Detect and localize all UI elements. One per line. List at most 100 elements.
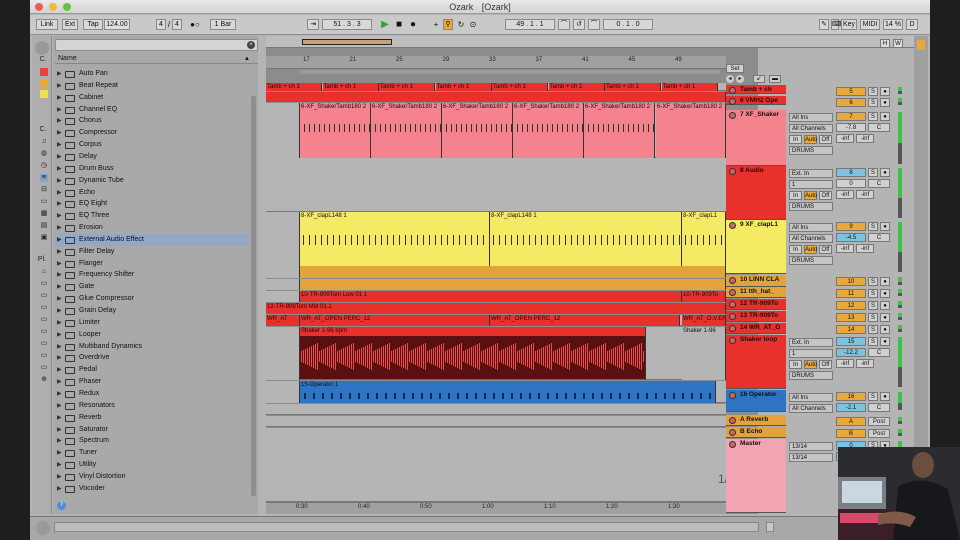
monitor-button[interactable]: Auto: [804, 135, 817, 144]
track-fold-icon[interactable]: [729, 429, 736, 436]
folder-icon[interactable]: ▭: [40, 352, 48, 360]
instruments-icon[interactable]: ◷: [40, 162, 48, 170]
browser-item[interactable]: ▶ Vinyl Distortion: [55, 471, 249, 483]
track-number-button[interactable]: 15: [836, 337, 866, 346]
clip[interactable]: 8-XF_clapL148 1: [490, 212, 682, 266]
clip[interactable]: 6-XF_ShakerTamb180 2: [300, 103, 371, 158]
expand-arrow-icon[interactable]: ▶: [57, 364, 62, 376]
track-header[interactable]: 9 XF_clapL1: [726, 220, 786, 274]
song-position[interactable]: 51 . 3 . 3: [322, 19, 372, 30]
expand-arrow-icon[interactable]: ▶: [57, 412, 62, 424]
track-header[interactable]: 12 TR-909To: [726, 299, 786, 310]
browser-item[interactable]: ▶ Dynamic Tube: [55, 175, 249, 187]
browser-item[interactable]: ▶ Chorus: [55, 115, 249, 127]
expand-arrow-icon[interactable]: ▶: [57, 68, 62, 80]
browser-item[interactable]: ▶ EQ Eight: [55, 198, 249, 210]
arm-button[interactable]: ●: [880, 289, 890, 298]
expand-arrow-icon[interactable]: ▶: [57, 139, 62, 151]
browser-item[interactable]: ▶ Drum Buss: [55, 163, 249, 175]
arrangement-vertical-scrollbar[interactable]: [914, 36, 928, 514]
sort-icon[interactable]: ▲: [244, 54, 250, 64]
loop-brace[interactable]: [300, 70, 720, 74]
clip[interactable]: 8-XF_clapL1: [682, 212, 726, 266]
solo-button[interactable]: S: [868, 277, 878, 286]
track-fold-icon[interactable]: [729, 222, 736, 229]
track-fold-icon[interactable]: [729, 112, 736, 119]
browser-item[interactable]: ▶ EQ Three: [55, 210, 249, 222]
track-number-button[interactable]: 6: [836, 98, 866, 107]
track-fold-icon[interactable]: [729, 277, 736, 284]
clip[interactable]: Tamb + ch 1: [435, 83, 492, 91]
track-lane[interactable]: [266, 428, 726, 502]
send-a-field[interactable]: -inf: [836, 190, 854, 199]
track-fold-icon[interactable]: [729, 87, 736, 94]
track-lane[interactable]: 8-XF_clapL148 1 8-XF_clapL148 1 8-XF_clapL…: [266, 212, 726, 266]
send-a-field[interactable]: -inf: [836, 134, 854, 143]
clip[interactable]: 6-XF_ShakerTamb180 2: [584, 103, 655, 158]
clip[interactable]: 6-XF_ShakerTamb180 2: [442, 103, 513, 158]
track-lane[interactable]: [266, 404, 726, 415]
quantize-select[interactable]: 1 Bar: [210, 19, 236, 30]
track-fold-icon[interactable]: [729, 168, 736, 175]
track-number-button[interactable]: 8: [836, 168, 866, 177]
bottom-button[interactable]: [766, 522, 774, 532]
clip[interactable]: Tamb + ch 1: [492, 83, 548, 91]
track-header[interactable]: Master: [726, 439, 786, 513]
tempo-field[interactable]: 124.00: [104, 19, 130, 30]
midi-map-button[interactable]: MIDI: [860, 19, 880, 30]
collection-yellow-icon[interactable]: [40, 90, 48, 98]
browser-item[interactable]: ▶ Delay: [55, 151, 249, 163]
folder-icon[interactable]: ▭: [40, 304, 48, 312]
browser-item[interactable]: ▶ Cabinet: [55, 92, 249, 104]
clear-search-icon[interactable]: ×: [247, 41, 255, 49]
browser-item[interactable]: ▶ Pedal: [55, 364, 249, 376]
track-number-button[interactable]: A: [836, 417, 866, 426]
expand-arrow-icon[interactable]: ▶: [57, 483, 62, 495]
monitor-button[interactable]: In: [789, 245, 802, 254]
solo-button[interactable]: S: [868, 112, 878, 121]
browser-item[interactable]: ▶ Frequency Shifter: [55, 269, 249, 281]
browser-toggle-icon[interactable]: [35, 41, 49, 55]
view-switch-icon[interactable]: [917, 40, 925, 50]
track-header[interactable]: A Reverb: [726, 415, 786, 426]
punch-in-icon[interactable]: ⌒: [558, 19, 570, 30]
input-channel-select[interactable]: All Channels: [789, 234, 833, 243]
lock-icon[interactable]: ▬: [769, 75, 781, 83]
clip[interactable]: [300, 279, 726, 290]
sig-denominator[interactable]: 4: [172, 19, 182, 30]
browser-scrollbar[interactable]: [251, 96, 256, 496]
clip[interactable]: 6-XF_ShakerTamb180 2: [513, 103, 584, 158]
pan-field[interactable]: C: [868, 233, 890, 242]
track-fold-icon[interactable]: [729, 313, 736, 320]
h-toggle-button[interactable]: H: [880, 39, 890, 48]
empty-region[interactable]: [266, 212, 300, 266]
close-window-button[interactable]: [35, 3, 43, 11]
browser-item[interactable]: ▶ Auto Pan: [55, 68, 249, 80]
browser-column-header[interactable]: Name ▲: [55, 54, 258, 64]
expand-arrow-icon[interactable]: ▶: [57, 210, 62, 222]
clip[interactable]: WR_AT: [266, 315, 300, 326]
expand-arrow-icon[interactable]: ▶: [57, 471, 62, 483]
expand-arrow-icon[interactable]: ▶: [57, 281, 62, 293]
track-header[interactable]: Shaker loop: [726, 335, 786, 389]
zoom-window-button[interactable]: [63, 3, 71, 11]
monitor-button[interactable]: Off: [819, 360, 832, 369]
monitor-button[interactable]: Off: [819, 245, 832, 254]
solo-button[interactable]: S: [868, 222, 878, 231]
track-number-button[interactable]: 16: [836, 392, 866, 401]
solo-button[interactable]: S: [868, 301, 878, 310]
input-type-select[interactable]: All Ins: [789, 113, 833, 122]
audio-effects-icon[interactable]: ≋: [40, 174, 48, 182]
back-to-arrangement-icon[interactable]: ↻: [456, 19, 466, 30]
empty-region[interactable]: [266, 279, 300, 290]
expand-arrow-icon[interactable]: ▶: [57, 352, 62, 364]
expand-arrow-icon[interactable]: ▶: [57, 447, 62, 459]
send-a-field[interactable]: -inf: [836, 244, 854, 253]
input-channel-select[interactable]: All Channels: [789, 404, 833, 413]
expand-arrow-icon[interactable]: ▶: [57, 388, 62, 400]
user-library-icon[interactable]: ▭: [40, 280, 48, 288]
track-header[interactable]: 6 VMH2 Ope: [726, 96, 786, 105]
capture-icon[interactable]: ⊙: [468, 19, 478, 30]
track-header[interactable]: 10 LINN CLA: [726, 275, 786, 287]
track-number-button[interactable]: 12: [836, 301, 866, 310]
